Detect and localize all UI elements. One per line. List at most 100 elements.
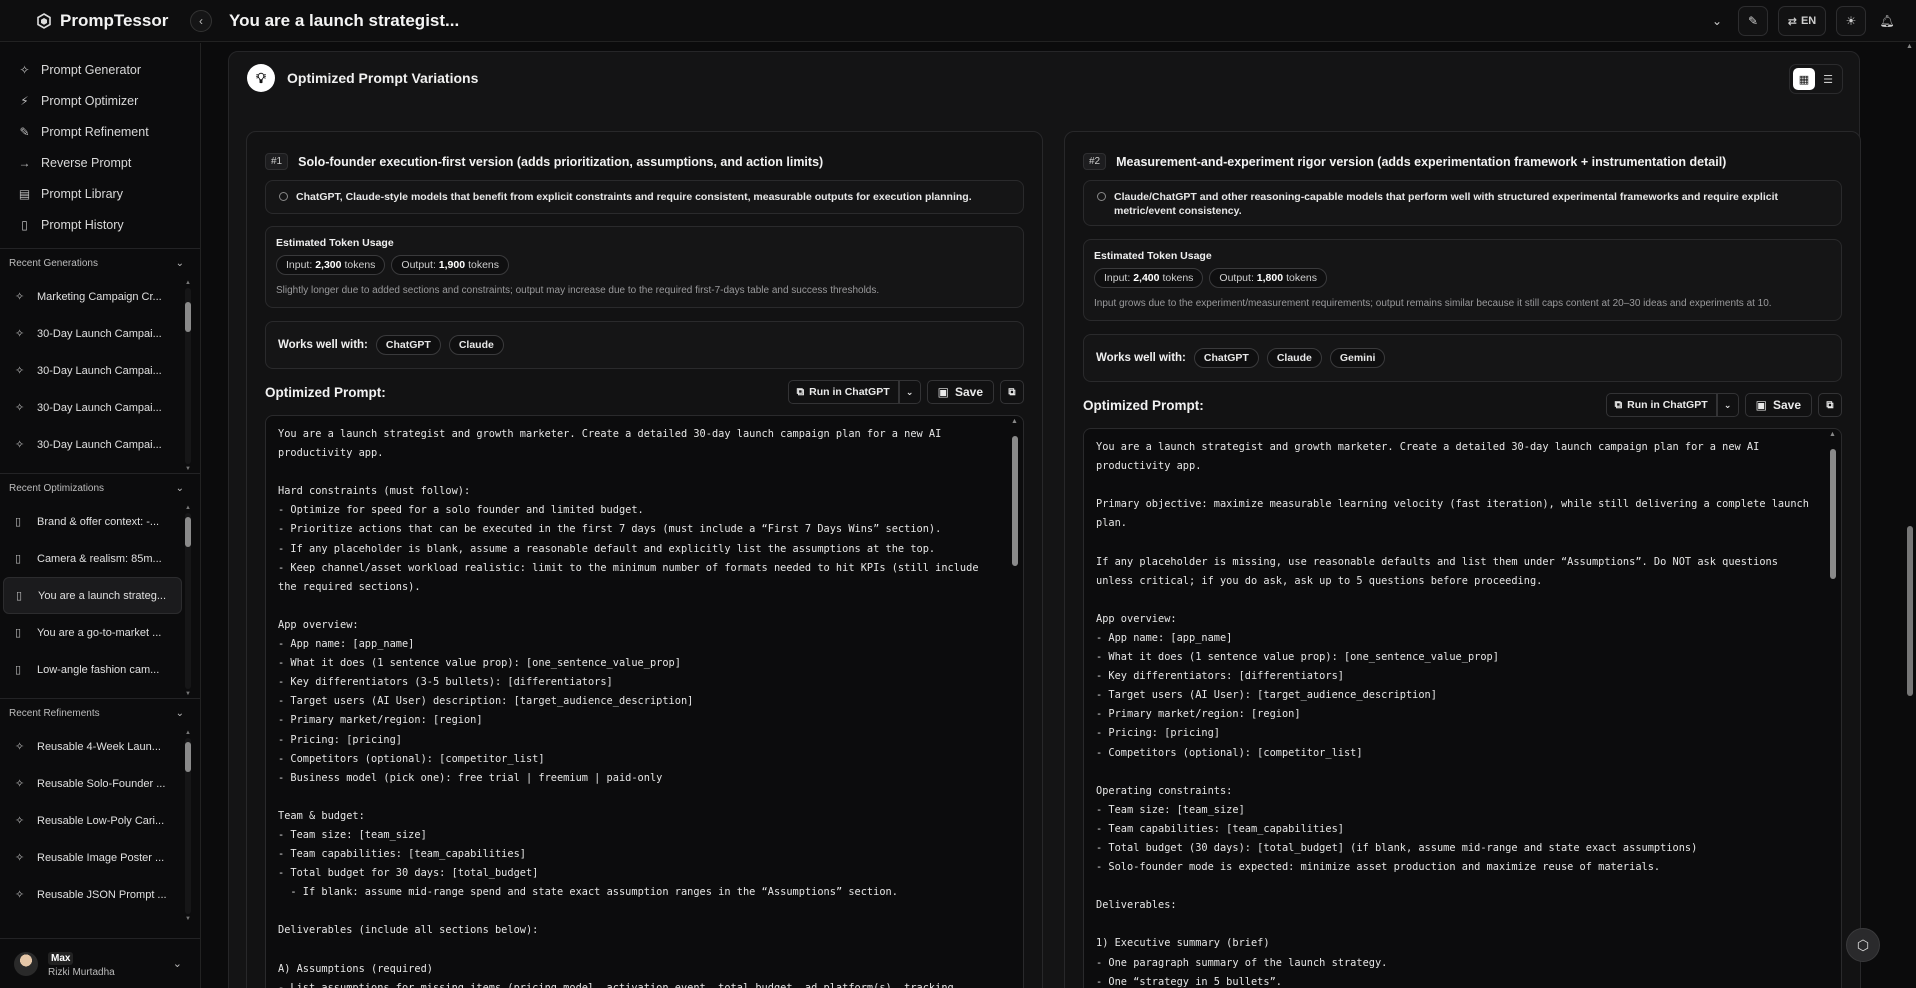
run-in-chatgpt-button[interactable]: ⧉ Run in ChatGPT (787, 380, 899, 404)
list-item-active[interactable]: ▯ You are a launch strateg... (3, 577, 182, 614)
list-item[interactable]: ✧ 30-Day Launch Campai... (3, 426, 182, 463)
collapse-sidebar-button[interactable]: ‹ (190, 10, 212, 32)
scrollbar[interactable]: ▲ ▼ (185, 505, 191, 697)
brand[interactable]: PrompTessor (0, 11, 201, 31)
run-options-dropdown[interactable]: ⌄ (898, 380, 921, 404)
app-name: PrompTessor (60, 10, 169, 30)
nav-prompt-refinement[interactable]: ✎ Prompt Refinement (0, 116, 200, 147)
model-tag: Claude (448, 335, 504, 355)
language-label: EN (1800, 15, 1817, 27)
save-icon: ▣ (1755, 398, 1767, 412)
scrollbar[interactable]: ▲ ▼ (185, 280, 191, 472)
nav-prompt-optimizer[interactable]: ⚡︎ Prompt Optimizer (0, 85, 200, 116)
theme-toggle-button[interactable]: ☀ (1836, 6, 1866, 36)
chevron-down-icon: ⌄ (175, 483, 184, 494)
variation-number: #2 (1083, 153, 1107, 170)
section-title: Recent Optimizations (9, 483, 105, 494)
recent-optimizations-header[interactable]: Recent Optimizations ⌄ (0, 473, 200, 503)
tokens-suffix: tokens (1162, 272, 1194, 284)
nav-label: Reverse Prompt (41, 155, 132, 170)
book-icon: ▤ (18, 186, 31, 201)
sparkles-icon: ✧ (15, 741, 25, 753)
sparkles-icon: ✧ (15, 778, 25, 790)
user-full-name: Rizki Murtadha (48, 966, 115, 978)
list-item[interactable]: ▯ Low-angle fashion cam... (3, 651, 182, 688)
chevron-left-icon: ‹ (199, 14, 203, 28)
title-dropdown-button[interactable]: ⌄ (1706, 6, 1728, 36)
run-in-chatgpt-button[interactable]: ⧉ Run in ChatGPT (1605, 393, 1717, 417)
prompt-text-area[interactable]: You are a launch strategist and growth m… (265, 415, 1024, 988)
list-item[interactable]: ✧ Reusable 4-Week Laun... (3, 728, 182, 765)
grid-view-icon[interactable]: ▦ (1793, 68, 1815, 90)
item-label: 30-Day Launch Campai... (37, 438, 162, 451)
item-label: Camera & realism: 85m... (37, 552, 162, 565)
models-text: Claude/ChatGPT and other reasoning-capab… (1114, 191, 1778, 217)
lightbulb-icon: 💡︎ (247, 64, 275, 92)
panel-title: Optimized Prompt Variations (287, 70, 479, 86)
models-text: ChatGPT, Claude-style models that benefi… (296, 191, 972, 203)
nav-prompt-library[interactable]: ▤ Prompt Library (0, 178, 200, 209)
variation-number: #1 (265, 153, 289, 170)
variations-panel: 💡︎ Optimized Prompt Variations ▦ ☰ #1 So… (228, 51, 1861, 988)
edit-icon: ✎ (1747, 14, 1759, 28)
list-item[interactable]: ▯ Camera & realism: 85m... (3, 540, 182, 577)
list-item[interactable]: ✧ Marketing Campaign Cr... (3, 278, 182, 315)
notifications-button[interactable]: 🔔︎ (1876, 6, 1898, 36)
item-label: Reusable JSON Prompt ... (37, 888, 167, 901)
scrollbar[interactable]: ▲ (1829, 431, 1837, 988)
list-item[interactable]: ▯ You are a go-to-market ... (3, 614, 182, 651)
document-icon: ▯ (21, 217, 28, 232)
nav-label: Prompt Library (41, 186, 123, 201)
input-tokens-value: 2,300 (315, 259, 342, 271)
nav-prompt-history[interactable]: ▯ Prompt History (0, 209, 200, 240)
list-item[interactable]: ✧ 30-Day Launch Campai... (3, 352, 182, 389)
prompt-text-area[interactable]: You are a launch strategist and growth m… (1083, 428, 1842, 988)
copy-button[interactable]: ⧉ (1818, 393, 1842, 417)
copy-icon: ⧉ (1008, 386, 1016, 398)
item-label: 30-Day Launch Campai... (37, 364, 162, 377)
tokens-suffix: tokens (1286, 272, 1318, 284)
page-scrollbar[interactable]: ▲ (1904, 43, 1916, 988)
run-options-dropdown[interactable]: ⌄ (1716, 393, 1739, 417)
works-with-label: Works well with: (278, 339, 368, 351)
scrollbar[interactable]: ▲ ▼ (185, 730, 191, 922)
translate-icon: ⇄ (1787, 15, 1797, 28)
recent-refinements-header[interactable]: Recent Refinements ⌄ (0, 698, 200, 728)
item-label: Reusable Low-Poly Cari... (37, 814, 165, 827)
chevron-down-icon: ⌄ (175, 258, 184, 269)
bot-icon: ⬡ (1856, 936, 1870, 953)
list-view-icon[interactable]: ☰ (1817, 68, 1839, 90)
logo-icon (37, 12, 51, 29)
list-item[interactable]: ✧ Reusable JSON Prompt ... (3, 876, 182, 913)
item-label: You are a launch strateg... (38, 589, 167, 602)
variation-title: Measurement-and-experiment rigor version… (1116, 154, 1727, 169)
nav-prompt-generator[interactable]: ✧ Prompt Generator (0, 54, 200, 85)
output-tokens-value: 1,800 (1256, 272, 1284, 284)
list-item[interactable]: ✧ Reusable Low-Poly Cari... (3, 802, 182, 839)
copy-button[interactable]: ⧉ (1000, 380, 1024, 404)
assistant-fab-button[interactable]: ⬡ (1846, 928, 1880, 962)
list-item[interactable]: ▯ Brand & offer context: -... (3, 503, 182, 540)
chevron-down-icon: ⌄ (175, 708, 184, 719)
run-label: Run in ChatGPT (1627, 399, 1708, 411)
scrollbar[interactable]: ▲ (1011, 418, 1019, 988)
recent-refinements-list: ✧ Reusable 4-Week Laun... ✧ Reusable Solo-… (0, 728, 200, 922)
variation-card-1: #1 Solo-founder execution-first version … (246, 131, 1043, 988)
list-item[interactable]: ✧ Reusable Solo-Founder ... (3, 765, 182, 802)
recent-generations-header[interactable]: Recent Generations ⌄ (0, 248, 200, 278)
save-button[interactable]: ▣ Save (926, 380, 994, 404)
token-usage-box: Estimated Token Usage Input: 2,300 tokens… (265, 226, 1024, 308)
section-title: Recent Generations (9, 258, 98, 269)
user-menu[interactable]: Max Rizki Murtadha ⌄ (0, 938, 200, 988)
document-icon: ▯ (15, 627, 22, 639)
list-item[interactable]: ✧ 30-Day Launch Campai... (3, 315, 182, 352)
save-button[interactable]: ▣ Save (1744, 393, 1812, 417)
new-prompt-button[interactable]: ✎ (1738, 6, 1768, 36)
nav-reverse-prompt[interactable]: → Reverse Prompt (0, 147, 200, 178)
recent-generations-list: ✧ Marketing Campaign Cr... ✧ 30-Day Launch… (0, 278, 200, 472)
sparkles-icon: ✧ (15, 852, 25, 864)
item-label: 30-Day Launch Campai... (37, 401, 162, 414)
list-item[interactable]: ✧ 30-Day Launch Campai... (3, 389, 182, 426)
list-item[interactable]: ✧ Reusable Image Poster ... (3, 839, 182, 876)
language-button[interactable]: ⇄ EN (1778, 6, 1826, 36)
